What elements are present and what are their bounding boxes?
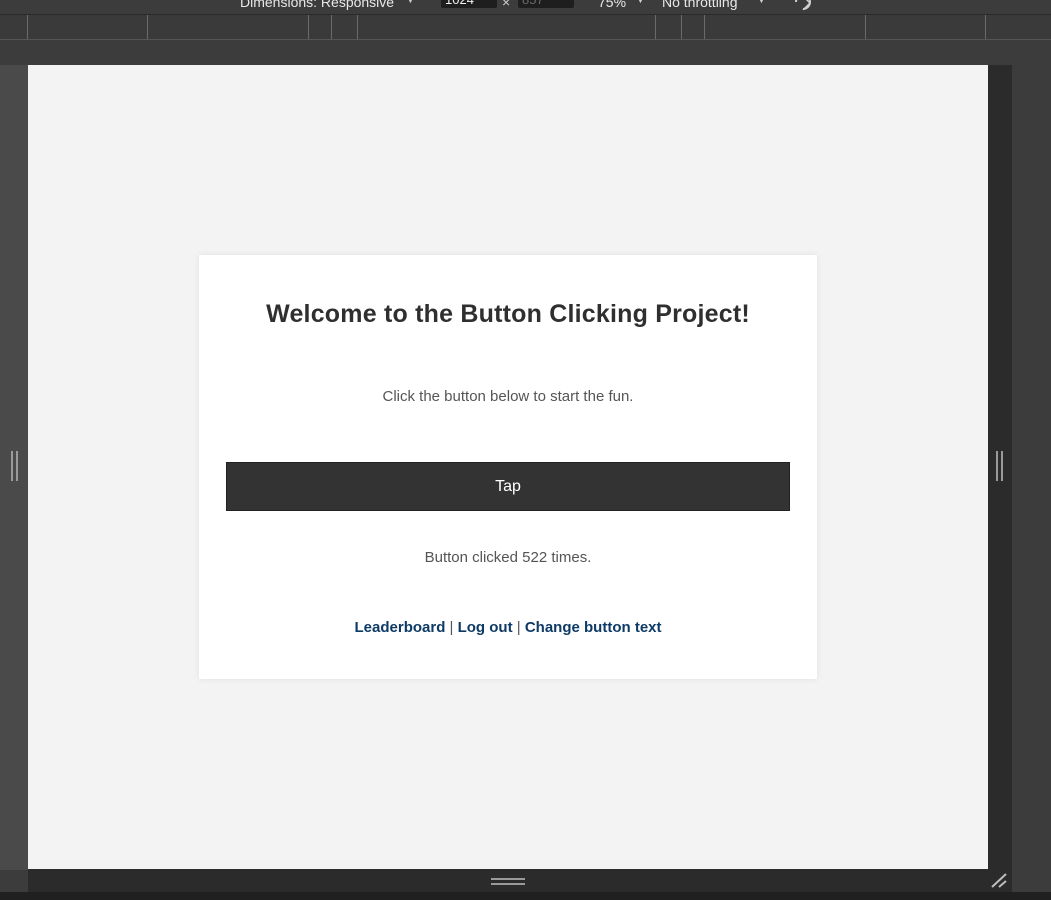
width-input[interactable]: 1024 <box>441 0 497 8</box>
left-resize-area <box>0 65 28 870</box>
ruler-tick <box>865 15 866 39</box>
footer-links: Leaderboard | Log out | Change button te… <box>199 619 817 636</box>
ruler-tick <box>147 15 148 39</box>
page-subtitle: Click the button below to start the fun. <box>382 388 634 405</box>
ruler-tick <box>357 15 358 39</box>
rotate-icon[interactable] <box>792 0 814 11</box>
ruler-tick <box>27 15 28 39</box>
ruler-tick <box>331 15 332 39</box>
link-separator: | <box>449 619 454 636</box>
emulated-viewport: Welcome to the Button Clicking Project! … <box>28 65 988 869</box>
zoom-chevron-down-icon: ▼ <box>636 0 645 5</box>
click-counter: Button clicked 522 times. <box>424 549 592 566</box>
dimensions-dropdown[interactable]: Dimensions: Responsive <box>240 0 394 10</box>
times-separator: × <box>502 0 511 10</box>
ruler-tick <box>704 15 705 39</box>
device-toolbar: Dimensions: Responsive ▼ 1024 × 857 75% … <box>0 0 1051 14</box>
logout-link[interactable]: Log out <box>458 619 513 636</box>
height-input[interactable]: 857 <box>518 0 574 8</box>
page-title: Welcome to the Button Clicking Project! <box>266 300 750 328</box>
main-card: Welcome to the Button Clicking Project! … <box>199 255 817 679</box>
media-query-ruler[interactable] <box>0 14 1051 40</box>
change-button-text-link[interactable]: Change button text <box>525 619 662 636</box>
right-resize-handle-icon[interactable] <box>996 451 1003 481</box>
ruler-tick <box>985 15 986 39</box>
leaderboard-link[interactable]: Leaderboard <box>355 619 446 636</box>
throttling-dropdown[interactable]: No throttling <box>662 0 737 10</box>
link-separator: | <box>516 619 521 636</box>
dimensions-chevron-down-icon: ▼ <box>406 0 415 5</box>
ruler-tick <box>681 15 682 39</box>
tap-button[interactable]: Tap <box>226 462 790 511</box>
zoom-dropdown[interactable]: 75% <box>598 0 626 10</box>
right-resize-area <box>988 65 1012 870</box>
left-resize-handle-icon[interactable] <box>11 451 18 481</box>
throttling-chevron-down-icon: ▼ <box>757 0 766 5</box>
corner-resize-handle-icon[interactable] <box>989 872 1007 888</box>
bottom-resize-handle-icon[interactable] <box>491 878 525 885</box>
ruler-tick <box>655 15 656 39</box>
bottom-strip <box>0 892 1051 900</box>
ruler-tick <box>308 15 309 39</box>
